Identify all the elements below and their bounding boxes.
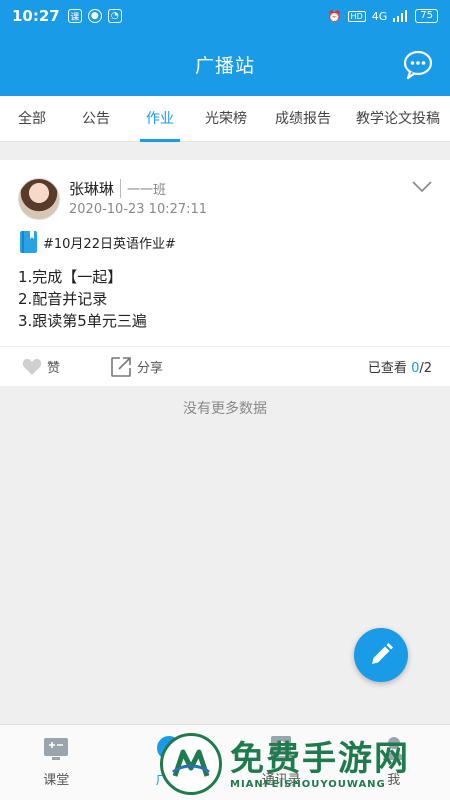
app-notification-icon: 课 — [67, 9, 82, 23]
post-actions: 赞 分享 已查看 0/2 — [0, 346, 450, 386]
tab-score-report[interactable]: 成绩报告 — [260, 96, 346, 142]
chevron-down-icon[interactable] — [412, 180, 432, 194]
share-icon — [111, 356, 131, 377]
post-line: 3.跟读第5单元三遍 — [18, 312, 147, 330]
author-name: 张琳琳 — [69, 180, 115, 198]
post-line: 1.完成【一起】 — [18, 268, 123, 286]
heart-icon — [22, 358, 42, 375]
post-tag: #10月22日英语作业# — [19, 230, 176, 254]
tab-honor-roll[interactable]: 光荣榜 — [192, 96, 260, 142]
book-icon — [20, 231, 37, 253]
tag-text: #10月22日英语作业# — [43, 236, 176, 252]
viewed-total: /2 — [419, 361, 432, 376]
watermark-logo-icon — [160, 733, 222, 795]
post-author: 张琳琳 一一班 — [69, 178, 166, 199]
notification-icon: ● — [87, 9, 102, 23]
post-card[interactable]: 张琳琳 一一班 2020-10-23 10:27:11 #10月22日英语作业#… — [0, 160, 450, 386]
hd-icon: HD — [347, 10, 366, 22]
tab-announcement[interactable]: 公告 — [64, 96, 128, 142]
like-button[interactable]: 赞 — [22, 357, 60, 376]
notification-icon-2: ◔ — [107, 9, 122, 23]
app-header: 广播站 — [0, 32, 450, 96]
compose-button[interactable] — [354, 628, 408, 682]
alarm-icon: ⏰ — [327, 9, 342, 23]
watermark: 免费手游网 MIANFEISHOUYOUWANG — [160, 728, 450, 800]
nav-classroom[interactable]: 课堂 — [0, 725, 113, 800]
avatar[interactable] — [18, 178, 60, 220]
signal-icon — [393, 10, 408, 22]
viewed-count[interactable]: 已查看 0/2 — [368, 357, 432, 376]
watermark-title: 免费手游网 — [230, 738, 410, 779]
class-name: 一一班 — [120, 179, 166, 198]
tab-homework[interactable]: 作业 — [128, 96, 192, 142]
category-tabs: 全部 公告 作业 光荣榜 成绩报告 教学论文投稿 — [0, 96, 450, 142]
message-icon[interactable] — [402, 48, 434, 80]
classroom-icon — [44, 738, 69, 760]
post-line: 2.配音并记录 — [18, 290, 108, 308]
tab-paper-submission[interactable]: 教学论文投稿 — [346, 96, 450, 142]
no-more-data-label: 没有更多数据 — [183, 401, 267, 417]
status-time: 10:27 — [12, 7, 60, 25]
status-right: ⏰ HD 4G 75 — [328, 9, 438, 23]
network-type: 4G — [371, 9, 388, 23]
post-content: 1.完成【一起】 2.配音并记录 3.跟读第5单元三遍 — [18, 266, 147, 332]
pencil-icon — [372, 643, 393, 664]
share-button[interactable]: 分享 — [110, 356, 163, 378]
page-title: 广播站 — [194, 54, 255, 77]
battery-indicator: 75 — [415, 9, 438, 23]
tab-all[interactable]: 全部 — [0, 96, 64, 142]
watermark-subtitle: MIANFEISHOUYOUWANG — [230, 778, 386, 790]
status-bar: 10:27 课 ● ◔ ⏰ HD 4G 75 — [0, 0, 450, 32]
post-time: 2020-10-23 10:27:11 — [69, 202, 208, 217]
